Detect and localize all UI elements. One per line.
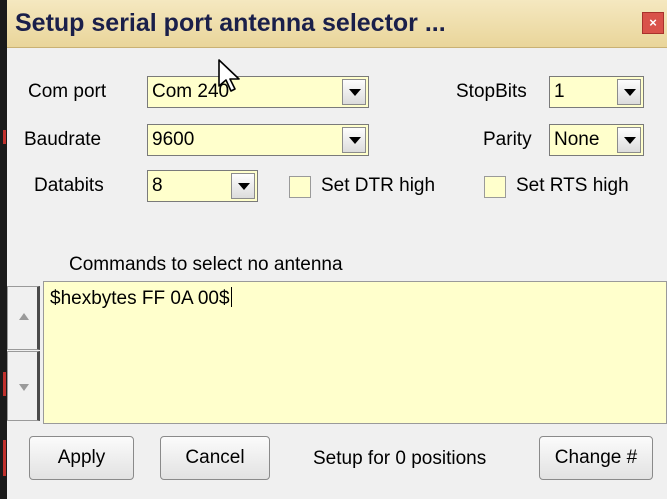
databits-value: 8 bbox=[152, 175, 163, 196]
parity-label: Parity bbox=[483, 129, 532, 150]
window-title: Setup serial port antenna selector ... bbox=[15, 9, 446, 37]
databits-dropdown-button[interactable] bbox=[231, 173, 255, 199]
scroll-down-button[interactable] bbox=[7, 351, 40, 421]
stopbits-label: StopBits bbox=[456, 81, 527, 102]
arrow-up-icon bbox=[19, 313, 29, 320]
cancel-button[interactable]: Cancel bbox=[160, 436, 270, 480]
stopbits-select[interactable]: 1 bbox=[549, 76, 644, 108]
com-port-dropdown-button[interactable] bbox=[342, 79, 366, 105]
change-button[interactable]: Change # bbox=[539, 436, 653, 480]
commands-textarea[interactable]: $hexbytes FF 0A 00$ bbox=[43, 281, 667, 424]
title-bar[interactable]: Setup serial port antenna selector ... × bbox=[7, 0, 667, 48]
stopbits-dropdown-button[interactable] bbox=[617, 79, 641, 105]
parity-select[interactable]: None bbox=[549, 124, 644, 156]
chevron-down-icon bbox=[349, 137, 361, 144]
dtr-label: Set DTR high bbox=[321, 175, 436, 196]
text-caret bbox=[230, 287, 232, 307]
commands-text: $hexbytes FF 0A 00$ bbox=[50, 288, 230, 309]
dialog-body: Com port Com 240 StopBits 1 Baudrate 960… bbox=[7, 48, 667, 499]
chevron-down-icon bbox=[624, 89, 636, 96]
parity-value: None bbox=[554, 129, 600, 150]
baudrate-value: 9600 bbox=[152, 129, 195, 150]
commands-label: Commands to select no antenna bbox=[69, 254, 343, 275]
arrow-down-icon bbox=[19, 384, 29, 391]
close-button[interactable]: × bbox=[642, 12, 664, 34]
rts-label: Set RTS high bbox=[516, 175, 629, 196]
parity-dropdown-button[interactable] bbox=[617, 127, 641, 153]
baudrate-select[interactable]: 9600 bbox=[147, 124, 369, 156]
chevron-down-icon bbox=[238, 183, 250, 190]
stopbits-value: 1 bbox=[554, 81, 565, 102]
chevron-down-icon bbox=[624, 137, 636, 144]
databits-label: Databits bbox=[34, 175, 104, 196]
rts-checkbox[interactable] bbox=[484, 176, 506, 198]
scroll-up-button[interactable] bbox=[7, 286, 40, 350]
com-port-select[interactable]: Com 240 bbox=[147, 76, 369, 108]
dtr-checkbox[interactable] bbox=[289, 176, 311, 198]
databits-select[interactable]: 8 bbox=[147, 170, 258, 202]
com-port-label: Com port bbox=[28, 81, 107, 102]
mouse-pointer-icon bbox=[218, 59, 240, 92]
baudrate-dropdown-button[interactable] bbox=[342, 127, 366, 153]
baudrate-label: Baudrate bbox=[24, 129, 102, 150]
apply-button[interactable]: Apply bbox=[29, 436, 134, 480]
chevron-down-icon bbox=[349, 89, 361, 96]
status-text: Setup for 0 positions bbox=[313, 448, 487, 469]
left-window-edge bbox=[0, 0, 7, 499]
